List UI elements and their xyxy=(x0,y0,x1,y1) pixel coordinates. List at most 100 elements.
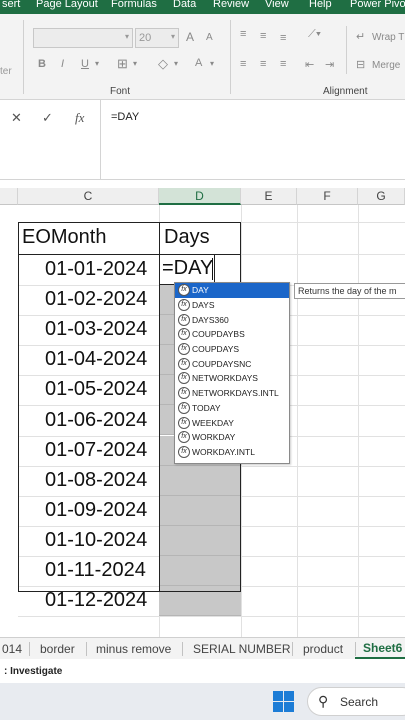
fill-color-icon[interactable]: ◇ xyxy=(158,56,168,72)
font-name-box[interactable]: ▾ xyxy=(33,28,133,48)
date-cell[interactable]: 01-08-2024 xyxy=(45,469,147,492)
date-cell[interactable]: 01-02-2024 xyxy=(45,288,147,311)
enter-icon[interactable]: ✓ xyxy=(42,110,53,126)
chevron-down-icon[interactable]: ▾ xyxy=(125,32,129,41)
tab-page-layout[interactable]: Page Layout xyxy=(36,0,98,10)
autocomplete-item-coupdaybs[interactable]: fx COUPDAYBS xyxy=(175,327,289,342)
function-autocomplete-list[interactable]: fx DAY fx DAYS fx DAYS360 fx COUPDAYBS fx COU… xyxy=(174,282,290,464)
tab-power-pivot[interactable]: Power Pivot xyxy=(350,0,405,10)
date-cell[interactable]: 01-01-2024 xyxy=(45,258,147,281)
date-cell[interactable]: 01-06-2024 xyxy=(45,409,147,432)
formula-bar: ✕ ✓ fx =DAY xyxy=(0,100,405,180)
sheet-tab-serial-number[interactable]: SERIAL NUMBER xyxy=(193,642,291,656)
shrink-font-button[interactable]: A xyxy=(206,32,213,43)
sheet-tab-014[interactable]: 014 xyxy=(2,642,22,656)
date-cell[interactable]: 01-09-2024 xyxy=(45,499,147,522)
orientation-icon[interactable]: ⟋▾ xyxy=(308,28,321,41)
column-header-f[interactable]: F xyxy=(297,188,358,205)
column-header-e[interactable]: E xyxy=(241,188,297,205)
function-icon: fx xyxy=(178,372,190,385)
date-cell[interactable]: 01-04-2024 xyxy=(45,348,147,371)
status-text[interactable]: : Investigate xyxy=(4,666,62,677)
autocomplete-item-label: WORKDAY xyxy=(192,432,236,443)
sheet-tab-product[interactable]: product xyxy=(303,642,343,656)
bold-button[interactable]: B xyxy=(38,58,46,70)
autocomplete-item-label: TODAY xyxy=(192,402,221,413)
sheet-tab-minus-remove[interactable]: minus remove xyxy=(96,642,171,656)
column-header-c[interactable]: C xyxy=(18,188,159,205)
wrap-text-button[interactable]: Wrap T xyxy=(372,32,404,43)
windows-start-icon[interactable] xyxy=(273,691,295,713)
align-middle-icon[interactable]: ≡ xyxy=(260,30,266,42)
date-cell[interactable]: 01-05-2024 xyxy=(45,378,147,401)
function-icon: fx xyxy=(178,343,190,356)
font-color-button[interactable]: A xyxy=(195,57,202,69)
autocomplete-item-networkdays-intl[interactable]: fx NETWORKDAYS.INTL xyxy=(175,386,289,401)
font-size-box[interactable]: 20 ▾ xyxy=(135,28,179,48)
chevron-down-icon[interactable]: ▾ xyxy=(174,59,178,68)
merge-button[interactable]: Merge xyxy=(372,60,400,71)
active-cell-formula[interactable]: =DAY xyxy=(162,257,213,280)
column-header-d[interactable]: D xyxy=(159,188,241,205)
cancel-icon[interactable]: ✕ xyxy=(11,110,22,126)
wrap-text-icon[interactable]: ↵ xyxy=(356,30,365,43)
chevron-down-icon[interactable]: ▾ xyxy=(95,59,99,68)
autocomplete-item-label: WORKDAY.INTL xyxy=(192,446,255,457)
chevron-down-icon[interactable]: ▾ xyxy=(210,59,214,68)
status-bar: : Investigate xyxy=(0,659,405,683)
sheet-tab-border[interactable]: border xyxy=(40,642,75,656)
grow-font-button[interactable]: A xyxy=(186,30,194,44)
divider xyxy=(355,642,356,656)
insert-function-icon[interactable]: fx xyxy=(75,110,84,126)
autocomplete-item-label: DAYS360 xyxy=(192,314,229,325)
align-center-icon[interactable]: ≡ xyxy=(260,58,266,70)
tab-formulas[interactable]: Formulas xyxy=(111,0,157,10)
autocomplete-item-days360[interactable]: fx DAYS360 xyxy=(175,312,289,327)
decrease-indent-icon[interactable]: ⇤ xyxy=(305,58,314,71)
formula-input[interactable]: =DAY xyxy=(100,100,405,180)
autocomplete-item-day[interactable]: fx DAY xyxy=(175,283,289,298)
align-right-icon[interactable]: ≡ xyxy=(280,58,286,70)
clipboard-fragment: ter xyxy=(0,66,12,77)
align-top-icon[interactable]: ≡ xyxy=(240,28,246,40)
taskbar-search-box[interactable]: ⚲ Search xyxy=(307,687,405,716)
autocomplete-item-weekday[interactable]: fx WEEKDAY xyxy=(175,415,289,430)
function-icon: fx xyxy=(178,416,190,429)
autocomplete-item-networkdays[interactable]: fx NETWORKDAYS xyxy=(175,371,289,386)
date-cell[interactable]: 01-10-2024 xyxy=(45,529,147,552)
tab-help[interactable]: Help xyxy=(309,0,332,10)
tab-insert[interactable]: sert xyxy=(2,0,20,10)
align-left-icon[interactable]: ≡ xyxy=(240,58,246,70)
tab-view[interactable]: View xyxy=(265,0,289,10)
italic-button[interactable]: I xyxy=(61,58,64,70)
date-cell[interactable]: 01-07-2024 xyxy=(45,439,147,462)
gridline xyxy=(358,205,359,637)
tab-review[interactable]: Review xyxy=(213,0,249,10)
borders-icon[interactable]: ⊞ xyxy=(117,56,128,72)
date-cell[interactable]: 01-12-2024 xyxy=(45,589,147,612)
spacer xyxy=(0,180,405,188)
merge-icon[interactable]: ⊟ xyxy=(356,58,365,71)
tab-data[interactable]: Data xyxy=(173,0,196,10)
autocomplete-item-workday[interactable]: fx WORKDAY xyxy=(175,430,289,445)
align-bottom-icon[interactable]: ≡ xyxy=(280,32,286,44)
sheet-tab-sheet6[interactable]: Sheet6 xyxy=(363,641,402,655)
function-icon: fx xyxy=(178,445,190,458)
date-cell[interactable]: 01-03-2024 xyxy=(45,318,147,341)
increase-indent-icon[interactable]: ⇥ xyxy=(325,58,334,71)
header-cell-days[interactable]: Days xyxy=(164,226,210,249)
autocomplete-item-coupdays[interactable]: fx COUPDAYS xyxy=(175,342,289,357)
corner-select-all[interactable] xyxy=(0,188,18,205)
header-cell-eomonth[interactable]: EOMonth xyxy=(22,226,106,249)
column-header-g[interactable]: G xyxy=(358,188,405,205)
autocomplete-item-coupdaysnc[interactable]: fx COUPDAYSNC xyxy=(175,356,289,371)
function-tooltip: Returns the day of the m xyxy=(294,283,405,299)
autocomplete-item-days[interactable]: fx DAYS xyxy=(175,298,289,313)
date-cell[interactable]: 01-11-2024 xyxy=(45,559,146,582)
chevron-down-icon[interactable]: ▾ xyxy=(171,32,175,41)
autocomplete-item-workday-intl[interactable]: fx WORKDAY.INTL xyxy=(175,445,289,460)
autocomplete-item-today[interactable]: fx TODAY xyxy=(175,401,289,416)
autocomplete-item-label: DAY xyxy=(192,285,209,296)
chevron-down-icon[interactable]: ▾ xyxy=(133,59,137,68)
underline-button[interactable]: U xyxy=(81,58,89,70)
